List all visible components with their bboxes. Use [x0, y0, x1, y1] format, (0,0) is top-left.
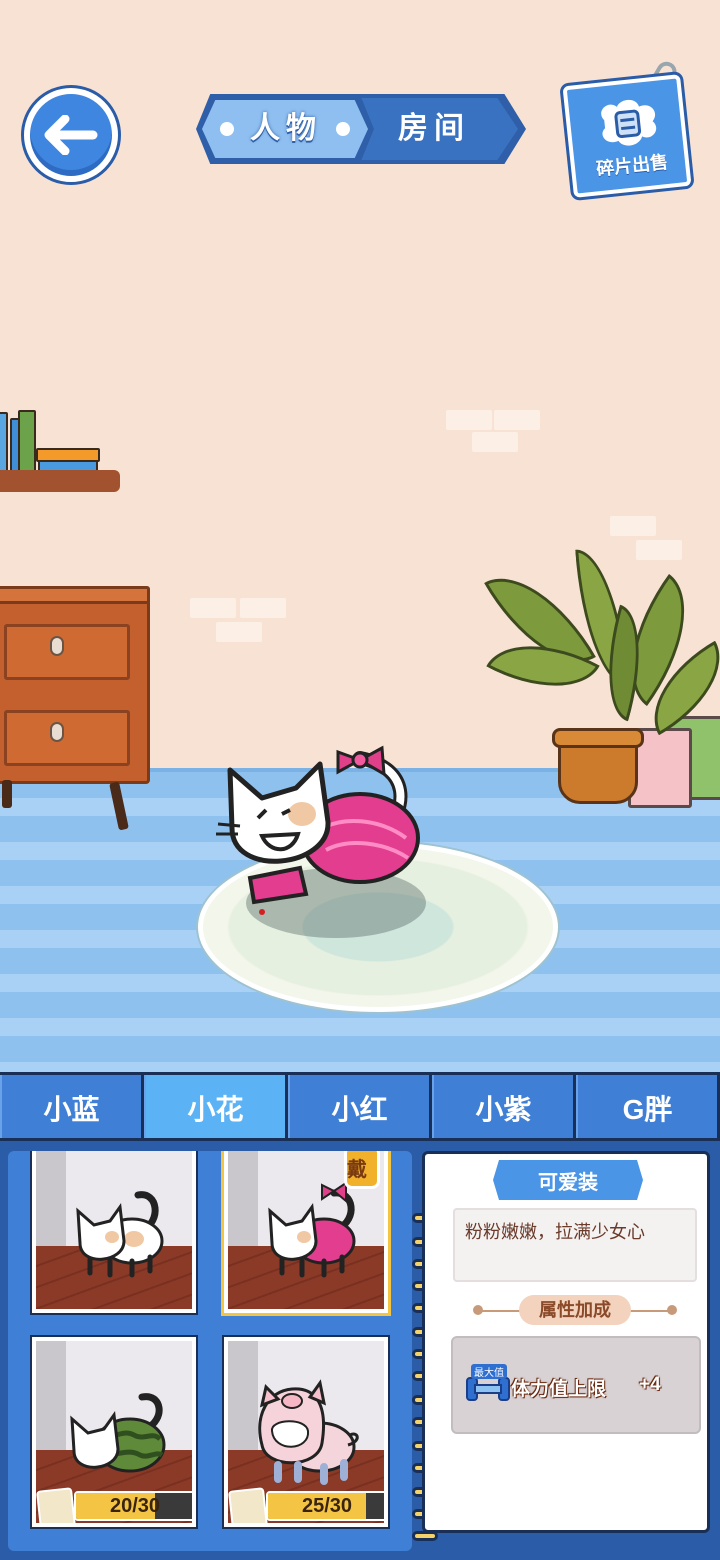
worn-badge: 穿戴: [344, 1151, 380, 1189]
plant-pot-rim: [552, 728, 644, 748]
cat-default-preview: [76, 1191, 164, 1278]
dresser-drawer: [4, 624, 130, 680]
cat-character[interactable]: [210, 718, 430, 918]
outfit-name-ribbon: 可爱装: [493, 1160, 643, 1200]
outfit-detail-card: 可爱装 粉粉嫩嫩，拉满少女心 属性加成 最大值 体力值上限 +4: [422, 1151, 710, 1533]
cat-avatar-icon: [228, 1487, 268, 1523]
wall-brick: [472, 432, 518, 452]
attr-divider-dot: [667, 1305, 677, 1315]
tab-xiaozi[interactable]: 小紫: [432, 1075, 576, 1141]
wall-brick: [190, 598, 236, 618]
panel-body: 穿戴 20/30: [0, 1138, 720, 1560]
wall-shelf: [0, 470, 120, 492]
wall-brick: [610, 516, 656, 536]
view-tabbar: 人物 房间: [196, 94, 526, 164]
bottom-panel: 小蓝 小花 小红 小紫 G胖 戴 20/30 25/30 可爱装 粉粉嫩嫩，拉满…: [0, 1072, 720, 1560]
character-tabs: 小蓝 小花 小红 小紫 G胖: [0, 1072, 720, 1141]
drawer-knob: [50, 636, 64, 656]
tab-xiaohong[interactable]: 小红: [288, 1075, 432, 1141]
tab-room[interactable]: 房间: [394, 108, 474, 150]
wall-brick: [446, 410, 492, 430]
fragment-sell-button[interactable]: 碎片出售: [562, 74, 692, 198]
attr-divider-dot: [473, 1305, 483, 1315]
wall-brick: [636, 540, 682, 560]
fragment-progress-text: 20/30: [109, 1495, 161, 1517]
room-scene: 人物 房间 碎片出售: [0, 0, 720, 1072]
outfit-card-watermelon[interactable]: 20/30: [32, 1337, 196, 1527]
tab-xiaohua[interactable]: 小花: [144, 1075, 288, 1141]
outfit-description: 粉粉嫩嫩，拉满少女心: [453, 1208, 697, 1282]
dresser-top: [0, 586, 150, 604]
dresser-drawer: [4, 710, 130, 766]
cat-avatar-icon: [36, 1487, 76, 1523]
book: [18, 410, 36, 474]
tab-xiaolan[interactable]: 小蓝: [0, 1075, 144, 1141]
fragment-icon: [601, 99, 657, 146]
tab-gpang[interactable]: G胖: [576, 1075, 720, 1141]
stat-bonus-box: 最大值 体力值上限 +4: [451, 1336, 701, 1434]
max-tag: 最大值: [471, 1364, 507, 1379]
stat-value: +4: [639, 1374, 661, 1395]
outfit-card-default[interactable]: [32, 1151, 196, 1313]
cat-piggy-preview: [258, 1379, 359, 1485]
drawer-knob: [50, 722, 64, 742]
stat-name: 体力值上限: [511, 1379, 607, 1400]
book: [0, 412, 8, 474]
fragment-progress: 25/30: [266, 1491, 384, 1521]
outfit-card-piggy[interactable]: 25/30: [224, 1337, 388, 1527]
tab-dot: [336, 122, 350, 136]
tab-dot: [220, 122, 234, 136]
wall-brick: [240, 598, 286, 618]
fragment-progress: 20/30: [74, 1491, 192, 1521]
tab-character[interactable]: 人物: [240, 108, 332, 150]
attr-title: 属性加成: [519, 1295, 631, 1325]
dresser-leg: [2, 780, 12, 808]
arrow-left-icon: [44, 115, 98, 155]
cat-watermelon-preview: [70, 1393, 166, 1473]
outfit-grid: 穿戴 20/30: [8, 1151, 412, 1551]
wall-brick: [494, 410, 540, 430]
wall-brick: [216, 622, 262, 642]
back-button[interactable]: [24, 88, 118, 182]
fragment-sell-label: 碎片出售: [595, 151, 669, 180]
fragment-progress-text: 25/30: [301, 1495, 353, 1517]
outfit-card-cute[interactable]: 穿戴: [224, 1151, 388, 1313]
